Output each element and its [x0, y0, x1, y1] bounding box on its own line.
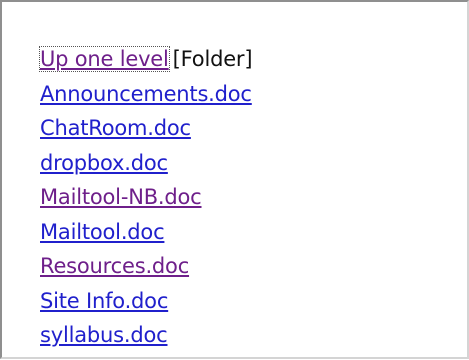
file-link-mailtool[interactable]: Mailtool.doc — [40, 220, 165, 244]
list-item: syllabus.doc — [40, 318, 252, 353]
file-link-chatroom[interactable]: ChatRoom.doc — [40, 116, 191, 140]
file-link-announcements[interactable]: Announcements.doc — [40, 82, 252, 106]
file-link-resources[interactable]: Resources.doc — [40, 254, 189, 278]
up-one-level-link[interactable]: Up one level — [39, 46, 170, 72]
file-list: Up one level [Folder] Announcements.doc C… — [39, 42, 253, 353]
list-item: ChatRoom.doc — [40, 111, 252, 146]
file-link-mailtool-nb[interactable]: Mailtool-NB.doc — [40, 185, 202, 209]
list-item: Site Info.doc — [40, 284, 252, 319]
list-item: Resources.doc — [40, 249, 252, 284]
list-item: Mailtool.doc — [40, 215, 252, 250]
file-listing-panel: Up one level [Folder] Announcements.doc C… — [0, 0, 469, 359]
file-link-dropbox[interactable]: dropbox.doc — [40, 151, 168, 175]
file-link-syllabus[interactable]: syllabus.doc — [40, 323, 168, 347]
file-link-site-info[interactable]: Site Info.doc — [40, 289, 168, 313]
up-level-row: Up one level [Folder] — [39, 42, 253, 77]
list-item: Announcements.doc — [40, 77, 252, 112]
folder-label: [Folder] — [172, 47, 253, 71]
list-item: dropbox.doc — [40, 146, 252, 181]
list-item: Mailtool-NB.doc — [40, 180, 252, 215]
